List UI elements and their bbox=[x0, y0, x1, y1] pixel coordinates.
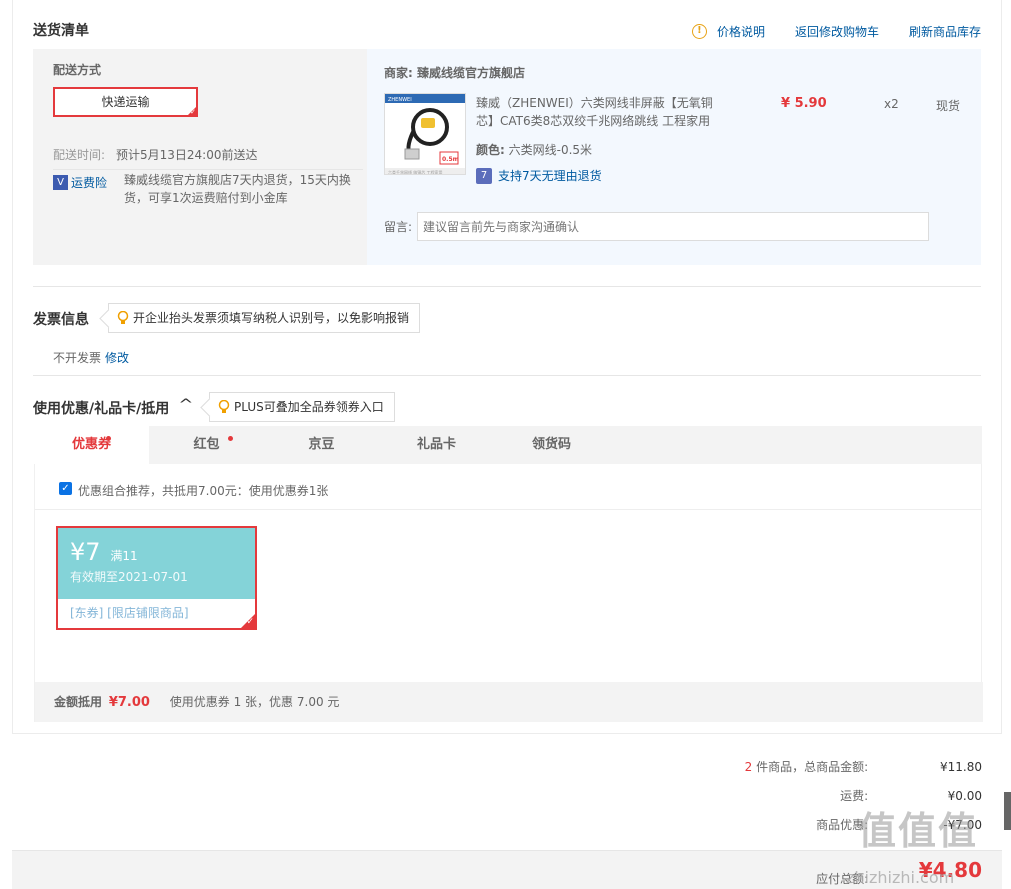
invoice-title: 发票信息 bbox=[33, 312, 89, 328]
coupon-card[interactable]: ¥7 满11 有效期至2021-07-01 [东券] [限店铺限商品] ✓ bbox=[56, 526, 257, 630]
method-value: 快递运输 bbox=[101, 95, 150, 109]
divider bbox=[53, 169, 363, 170]
color-value: 六类网线-0.5米 bbox=[508, 143, 593, 157]
invoice-tip: 开企业抬头发票须填写纳税人识别号，以免影响报销 bbox=[108, 303, 421, 333]
tab-redeem-code[interactable]: 领货码 bbox=[494, 426, 609, 464]
product-stock: 现货 bbox=[936, 99, 961, 113]
thumb-caption: 六类千兆网线 纯铜芯 工程家用 bbox=[388, 169, 443, 175]
section-divider bbox=[33, 375, 981, 376]
tab-label: 礼品卡 bbox=[416, 437, 456, 452]
watermark-logo: 值值值 bbox=[858, 809, 979, 853]
discount-tabs: 优惠券 红包 京豆 礼品卡 领货码 bbox=[34, 426, 982, 464]
product-thumbnail[interactable]: ZHENWEI 0.5m 六类千兆网线 纯铜芯 工程家用 bbox=[384, 93, 466, 175]
deduct-note: 使用优惠券 1 张，优惠 7.00 元 bbox=[169, 695, 340, 709]
tab-label: 领货码 bbox=[531, 437, 571, 452]
coupon-tags: [东券] [限店铺限商品] bbox=[70, 606, 189, 620]
insurance-text: 臻威线缆官方旗舰店7天内退货，15天内换货，可享1次运费赔付到小金库 bbox=[124, 173, 351, 205]
discount-label: 商品优惠: bbox=[816, 818, 869, 832]
deduct-label: 金额抵用 bbox=[54, 695, 103, 709]
thumb-brand: ZHENWEI bbox=[388, 97, 412, 103]
lightbulb-icon bbox=[218, 400, 230, 413]
item-count: 2 bbox=[744, 760, 753, 774]
shield-icon: V bbox=[53, 175, 68, 190]
tab-label: 红包 bbox=[193, 437, 220, 452]
coupon-amount: ¥7 bbox=[70, 538, 101, 566]
new-dot-icon bbox=[228, 436, 233, 441]
product-color: 颜色: 六类网线-0.5米 bbox=[476, 141, 592, 158]
scrollbar[interactable] bbox=[1004, 792, 1011, 830]
watermark-url: zhizhizhi.com bbox=[846, 868, 955, 887]
coupon-condition: 满11 bbox=[110, 549, 138, 563]
product-qty: x2 bbox=[884, 97, 899, 111]
tab-coupon[interactable]: 优惠券 bbox=[34, 426, 149, 464]
plus-tip[interactable]: PLUS可叠加全品券领券入口 bbox=[209, 392, 395, 422]
shipping-label: 运费: bbox=[840, 789, 869, 803]
invoice-status: 不开发票 bbox=[53, 351, 102, 365]
color-label: 颜色: bbox=[476, 143, 505, 157]
section-divider bbox=[33, 286, 981, 287]
remark-label: 留言: bbox=[384, 220, 413, 234]
back-cart-link[interactable]: 返回修改购物车 bbox=[795, 23, 879, 40]
summary-count-label: 2 件商品，总商品金额: bbox=[668, 758, 869, 775]
plus-tip-text: PLUS可叠加全品券领券入口 bbox=[234, 400, 384, 414]
tab-label: 京豆 bbox=[308, 437, 335, 452]
method-label: 配送方式 bbox=[53, 63, 102, 77]
remark-input[interactable] bbox=[417, 212, 929, 241]
coupon-area: ✓ 优惠组合推荐，共抵用7.00元：使用优惠券1张 ¥7 满11 有效期至202… bbox=[34, 464, 983, 722]
seven-day-icon: 7 bbox=[476, 167, 492, 184]
product-price: ¥ 5.90 bbox=[781, 96, 827, 111]
tab-red-packet[interactable]: 红包 bbox=[149, 426, 264, 464]
deduct-value: ¥7.00 bbox=[108, 695, 150, 710]
combo-text: 优惠组合推荐，共抵用7.00元：使用优惠券1张 bbox=[78, 484, 329, 498]
return-policy-text: 支持7天无理由退货 bbox=[498, 169, 602, 183]
cable-icon: ZHENWEI 0.5m 六类千兆网线 纯铜芯 工程家用 bbox=[385, 94, 465, 175]
delivery-time-label: 配送时间: bbox=[53, 148, 106, 162]
shipping-method-panel: 配送方式 快递运输 ✓ 配送时间: 预计5月13日24:00前送达 V 运费险 … bbox=[33, 49, 367, 265]
new-dot-icon bbox=[106, 436, 111, 441]
delivery-title: 送货清单 bbox=[33, 23, 89, 39]
delivery-links: ! 价格说明 返回修改购物车 刷新商品库存 bbox=[691, 23, 981, 40]
tab-jingdou[interactable]: 京豆 bbox=[264, 426, 379, 464]
delivery-time-value: 预计5月13日24:00前送达 bbox=[116, 148, 258, 162]
express-shipping-option[interactable]: 快递运输 ✓ bbox=[53, 87, 198, 117]
combo-checkbox[interactable]: ✓ bbox=[59, 482, 72, 495]
shop-name: 臻威线缆官方旗舰店 bbox=[417, 66, 526, 80]
collapse-chevron-icon[interactable]: ^ bbox=[178, 397, 193, 413]
discount-title: 使用优惠/礼品卡/抵用 bbox=[33, 401, 170, 417]
count-label-text: 件商品，总商品金额: bbox=[756, 760, 869, 774]
shop-line: 商家: 臻威线缆官方旗舰店 bbox=[384, 64, 525, 81]
shop-label: 商家: bbox=[384, 66, 413, 80]
lightbulb-icon bbox=[117, 311, 129, 324]
divider bbox=[35, 509, 981, 510]
check-icon: ✓ bbox=[190, 108, 196, 116]
info-icon: ! bbox=[691, 24, 707, 39]
invoice-tip-text: 开企业抬头发票须填写纳税人识别号，以免影响报销 bbox=[133, 311, 410, 325]
deduct-bar: 金额抵用 ¥7.00 使用优惠券 1 张，优惠 7.00 元 bbox=[35, 682, 983, 722]
return-policy[interactable]: 7 支持7天无理由退货 bbox=[476, 167, 602, 184]
coupon-top: ¥7 满11 有效期至2021-07-01 bbox=[58, 528, 255, 599]
pay-label: 应付总额: bbox=[816, 872, 869, 886]
refresh-stock-link[interactable]: 刷新商品库存 bbox=[909, 23, 981, 40]
shop-items-panel: 商家: 臻威线缆官方旗舰店 ZHENWEI 0.5m 六类千兆网线 纯铜芯 工程… bbox=[367, 49, 981, 265]
coupon-expiry: 有效期至2021-07-01 bbox=[70, 570, 188, 584]
product-title[interactable]: 臻威（ZHENWEI）六类网线非屏蔽【无氧铜芯】CAT6类8芯双绞千兆网络跳线 … bbox=[476, 94, 726, 130]
tab-gift-card[interactable]: 礼品卡 bbox=[379, 426, 494, 464]
check-icon: ✓ bbox=[246, 617, 254, 627]
price-note-link[interactable]: 价格说明 bbox=[717, 23, 765, 40]
insurance-label: 运费险 bbox=[71, 176, 108, 190]
invoice-edit-link[interactable]: 修改 bbox=[105, 349, 129, 366]
insurance-link[interactable]: V 运费险 bbox=[53, 174, 107, 191]
summary-total: ¥11.80 bbox=[940, 760, 982, 774]
summary-total-row: 2 件商品，总商品金额: ¥11.80 bbox=[582, 758, 982, 775]
thumb-badge: 0.5m bbox=[442, 156, 459, 163]
